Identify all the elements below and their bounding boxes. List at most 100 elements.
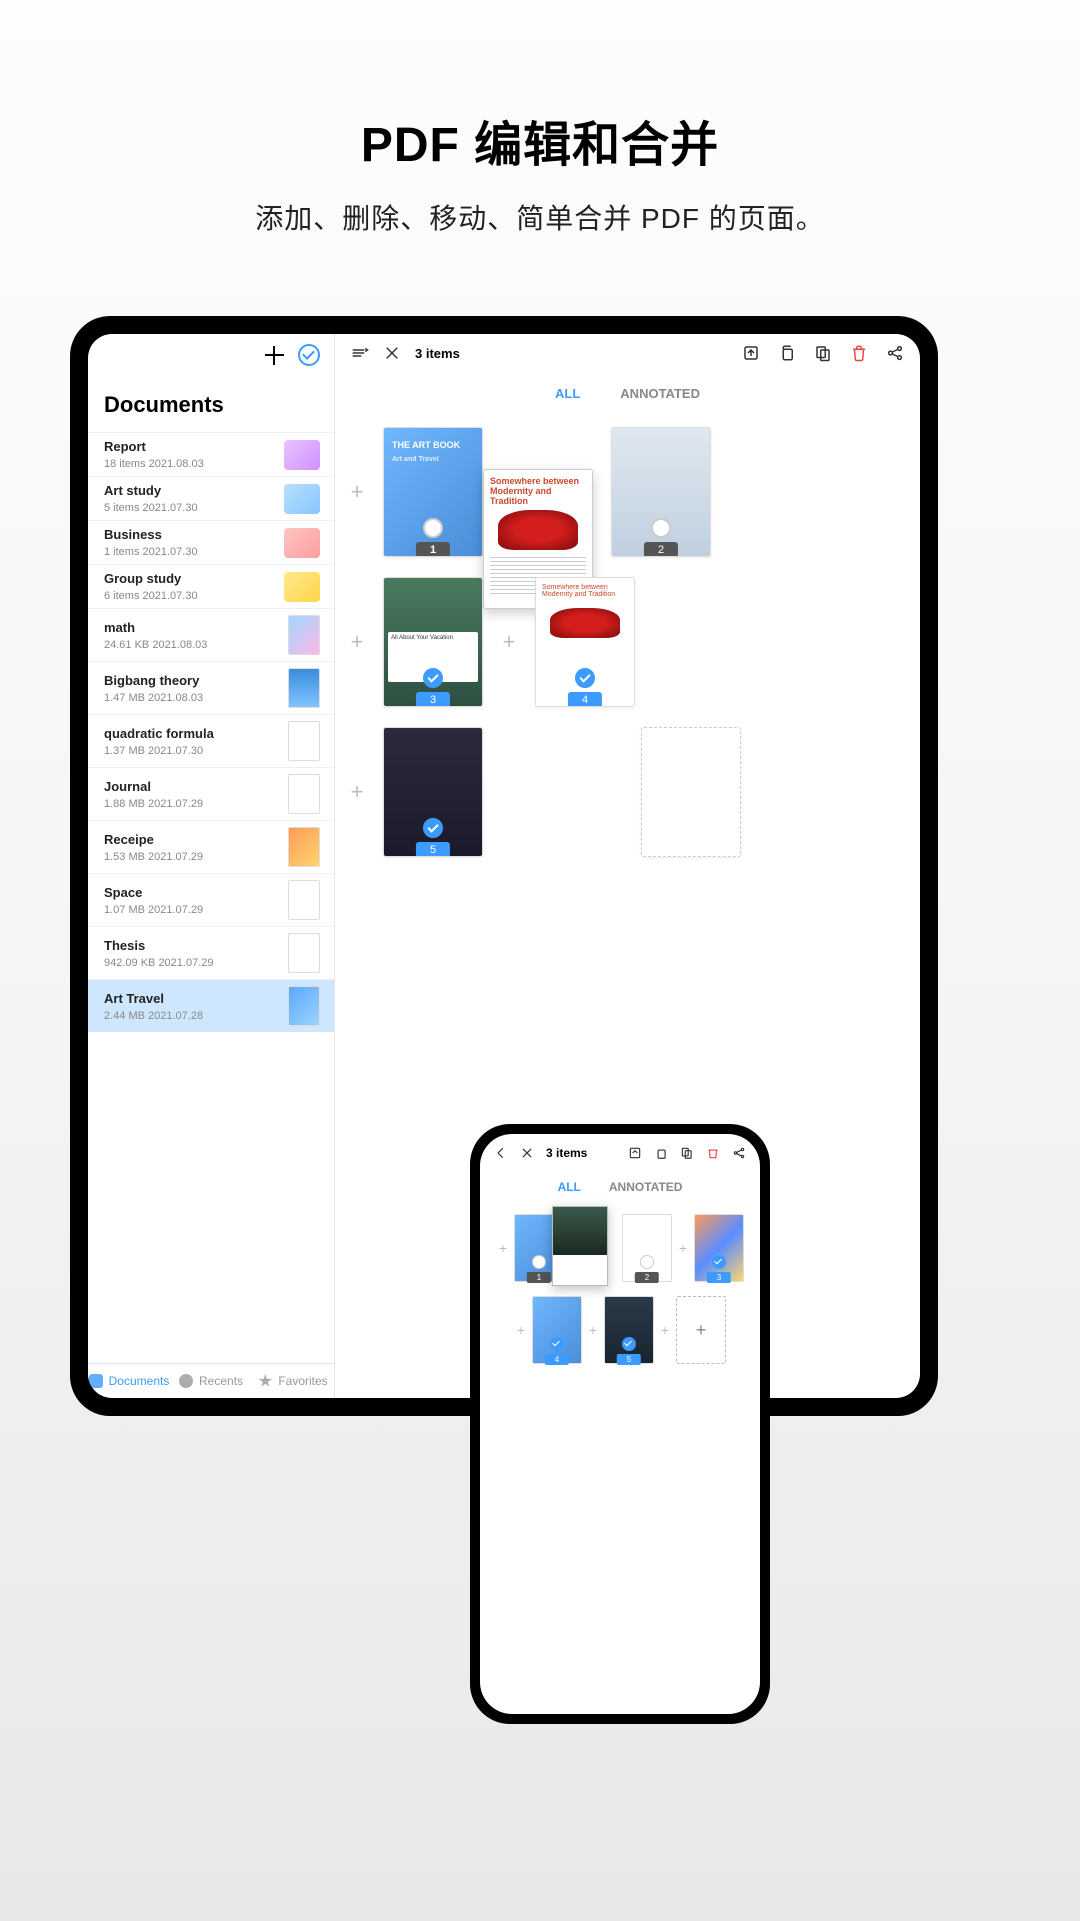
file-name: Journal bbox=[104, 779, 288, 794]
tab-all[interactable]: ALL bbox=[555, 386, 580, 401]
insert-page-button[interactable]: + bbox=[586, 1322, 600, 1338]
file-name: Business bbox=[104, 527, 284, 542]
file-item[interactable]: Thesis 942.09 KB2021.07.29 bbox=[88, 926, 334, 979]
phone-tab-all[interactable]: ALL bbox=[558, 1180, 581, 1194]
page-number: 4 bbox=[568, 692, 602, 707]
file-name: Space bbox=[104, 885, 288, 900]
file-thumbnail bbox=[284, 440, 320, 470]
phone-add-page[interactable]: + bbox=[676, 1296, 726, 1364]
page-number: 2 bbox=[644, 542, 678, 557]
file-item[interactable]: Group study 6 items2021.07.30 bbox=[88, 564, 334, 608]
file-meta: 2.44 MB2021.07.28 bbox=[104, 1010, 288, 1022]
hero: PDF 编辑和合并 添加、删除、移动、简单合并 PDF 的页面。 bbox=[0, 0, 1080, 237]
phone-toolbar: 3 items bbox=[480, 1134, 760, 1172]
tab-favorites[interactable]: Favorites bbox=[252, 1374, 334, 1388]
phone-tabs: ALL ANNOTATED bbox=[480, 1172, 760, 1202]
phone-dragging-card[interactable] bbox=[552, 1206, 608, 1286]
drop-target[interactable] bbox=[641, 727, 741, 857]
tab-annotated[interactable]: ANNOTATED bbox=[620, 386, 700, 401]
select-mode-icon[interactable] bbox=[298, 344, 320, 366]
copy-icon[interactable] bbox=[778, 344, 796, 362]
file-item[interactable]: quadratic formula 1.37 MB2021.07.30 bbox=[88, 714, 334, 767]
file-name: quadratic formula bbox=[104, 726, 288, 741]
file-thumbnail bbox=[288, 986, 320, 1026]
insert-page-button[interactable]: + bbox=[497, 629, 521, 655]
file-item[interactable]: Art study 5 items2021.07.30 bbox=[88, 476, 334, 520]
trash-icon[interactable] bbox=[706, 1146, 720, 1160]
file-item[interactable]: math 24.61 KB2021.08.03 bbox=[88, 608, 334, 661]
close-icon[interactable] bbox=[520, 1146, 534, 1160]
file-name: Art study bbox=[104, 483, 284, 498]
sidebar: Documents Report 18 items2021.08.03 Art st… bbox=[88, 334, 335, 1398]
phone-page-4[interactable]: 4 bbox=[532, 1296, 582, 1364]
file-meta: 1.07 MB2021.07.29 bbox=[104, 904, 288, 916]
page-number: 1 bbox=[416, 542, 450, 557]
file-item[interactable]: Business 1 items2021.07.30 bbox=[88, 520, 334, 564]
file-list: Report 18 items2021.08.03 Art study 5 items… bbox=[88, 432, 334, 1363]
insert-page-button[interactable]: + bbox=[345, 629, 369, 655]
file-item[interactable]: Report 18 items2021.08.03 bbox=[88, 432, 334, 476]
file-thumbnail bbox=[288, 615, 320, 655]
hero-subtitle: 添加、删除、移动、简单合并 PDF 的页面。 bbox=[0, 197, 1080, 237]
file-thumbnail bbox=[288, 933, 320, 973]
file-meta: 1 items2021.07.30 bbox=[104, 546, 284, 558]
hero-title: PDF 编辑和合并 bbox=[0, 105, 1080, 175]
file-name: math bbox=[104, 620, 288, 635]
file-name: Thesis bbox=[104, 938, 288, 953]
back-icon[interactable] bbox=[494, 1146, 508, 1160]
tab-documents[interactable]: Documents bbox=[88, 1374, 170, 1388]
file-item[interactable]: Art Travel2.44 MB2021.07.28 bbox=[88, 979, 334, 1032]
tab-recents[interactable]: Recents bbox=[170, 1374, 252, 1388]
page-thumbnail-3[interactable]: All About Your Vacation 3 bbox=[383, 577, 483, 707]
extract-icon[interactable] bbox=[628, 1146, 642, 1160]
file-item[interactable]: Space 1.07 MB2021.07.29 bbox=[88, 873, 334, 926]
insert-page-button[interactable]: + bbox=[514, 1322, 528, 1338]
extract-icon[interactable] bbox=[742, 344, 760, 362]
page-thumbnail-2[interactable]: 2 bbox=[611, 427, 711, 557]
file-name: Report bbox=[104, 439, 284, 454]
insert-page-button[interactable]: + bbox=[345, 479, 369, 505]
phone-page-3[interactable]: 3 bbox=[694, 1214, 744, 1282]
file-meta: 5 items2021.07.30 bbox=[104, 502, 284, 514]
file-thumbnail bbox=[284, 572, 320, 602]
file-name: Group study bbox=[104, 571, 284, 586]
phone-device: 3 items ALL ANNOTATED + 1 2 + 3 + 4 + 5 bbox=[470, 1124, 770, 1724]
page-thumbnail-4[interactable]: Somewhere between Modernity and Traditio… bbox=[535, 577, 635, 707]
share-icon[interactable] bbox=[886, 344, 904, 362]
file-thumbnail bbox=[288, 880, 320, 920]
duplicate-icon[interactable] bbox=[680, 1146, 694, 1160]
insert-page-button[interactable]: + bbox=[496, 1240, 510, 1256]
file-thumbnail bbox=[284, 484, 320, 514]
insert-page-button[interactable]: + bbox=[345, 779, 369, 805]
file-meta: 24.61 KB2021.08.03 bbox=[104, 639, 288, 651]
phone-selection-count: 3 items bbox=[546, 1146, 587, 1160]
drag-headline: Somewhere between Modernity and Traditio… bbox=[490, 476, 586, 506]
menu-icon[interactable] bbox=[351, 344, 369, 362]
file-item[interactable]: Journal1.88 MB2021.07.29 bbox=[88, 767, 334, 820]
file-meta: 1.37 MB2021.07.30 bbox=[104, 745, 288, 757]
trash-icon[interactable] bbox=[850, 344, 868, 362]
file-thumbnail bbox=[288, 721, 320, 761]
close-icon[interactable] bbox=[383, 344, 401, 362]
insert-page-button[interactable]: + bbox=[658, 1322, 672, 1338]
file-item[interactable]: Receipe1.53 MB2021.07.29 bbox=[88, 820, 334, 873]
add-icon[interactable] bbox=[265, 346, 284, 365]
bottom-tabs: Documents Recents Favorites bbox=[88, 1363, 334, 1398]
page-thumbnail-5[interactable]: 5 bbox=[383, 727, 483, 857]
insert-page-button[interactable]: + bbox=[676, 1240, 690, 1256]
file-meta: 942.09 KB2021.07.29 bbox=[104, 957, 288, 969]
file-meta: 1.47 MB2021.08.03 bbox=[104, 692, 288, 704]
file-meta: 18 items2021.08.03 bbox=[104, 458, 284, 470]
file-thumbnail bbox=[288, 668, 320, 708]
phone-tab-annotated[interactable]: ANNOTATED bbox=[609, 1180, 683, 1194]
file-thumbnail bbox=[288, 827, 320, 867]
phone-page-5[interactable]: 5 bbox=[604, 1296, 654, 1364]
main-tabs: ALL ANNOTATED bbox=[335, 372, 920, 407]
duplicate-icon[interactable] bbox=[814, 344, 832, 362]
file-meta: 6 items2021.07.30 bbox=[104, 590, 284, 602]
page-thumbnail-1[interactable]: THE ART BOOK Art and Travel 1 bbox=[383, 427, 483, 557]
share-icon[interactable] bbox=[732, 1146, 746, 1160]
phone-page-2[interactable]: 2 bbox=[622, 1214, 672, 1282]
file-item[interactable]: Bigbang theory1.47 MB2021.08.03 bbox=[88, 661, 334, 714]
copy-icon[interactable] bbox=[654, 1146, 668, 1160]
